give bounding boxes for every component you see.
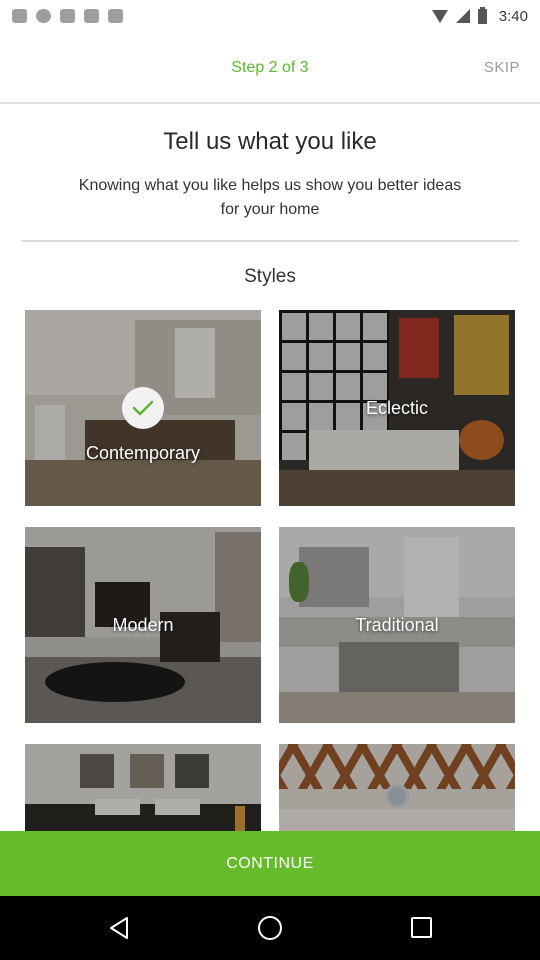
style-tile-label: Modern <box>112 615 174 635</box>
style-tile-label: Contemporary <box>85 443 201 463</box>
continue-button[interactable]: CONTINUE <box>0 831 540 896</box>
status-bar: 3:40 <box>0 0 540 32</box>
notification-icon <box>60 9 75 23</box>
notification-icon <box>36 9 51 23</box>
tile-overlay <box>279 744 515 831</box>
home-icon[interactable] <box>258 916 282 940</box>
notification-icon <box>108 9 123 23</box>
style-tile-label: Eclectic <box>365 398 428 418</box>
style-tile-modern[interactable]: Modern <box>25 527 261 723</box>
style-tile-traditional[interactable]: Traditional <box>279 527 515 723</box>
status-time: 3:40 <box>498 7 528 25</box>
divider <box>21 240 519 242</box>
wifi-icon <box>431 9 448 23</box>
page-title: Tell us what you like <box>163 128 377 155</box>
style-tile-5[interactable] <box>25 744 261 831</box>
back-icon[interactable] <box>108 916 130 940</box>
notification-icon <box>12 9 27 23</box>
signal-icon <box>455 9 470 23</box>
checkmark-icon <box>132 400 154 416</box>
style-tile-6[interactable] <box>279 744 515 831</box>
recent-apps-icon[interactable] <box>411 917 432 938</box>
battery-icon <box>477 6 487 24</box>
style-tile-contemporary[interactable]: Contemporary <box>25 310 261 506</box>
section-title-styles: Styles <box>244 266 296 287</box>
style-tile-label: Traditional <box>355 615 439 635</box>
page-subtitle: Knowing what you like helps us show you … <box>78 177 462 218</box>
style-tile-eclectic[interactable]: Eclectic <box>279 310 515 506</box>
system-nav-bar <box>0 896 540 960</box>
step-indicator: Step 2 of 3 <box>231 59 309 76</box>
notification-icons <box>12 9 123 23</box>
notification-icon <box>84 9 99 23</box>
tile-overlay <box>25 744 261 831</box>
skip-button[interactable]: SKIP <box>484 59 520 76</box>
top-header: Step 2 of 3 SKIP <box>0 32 540 104</box>
selected-badge <box>122 387 164 429</box>
